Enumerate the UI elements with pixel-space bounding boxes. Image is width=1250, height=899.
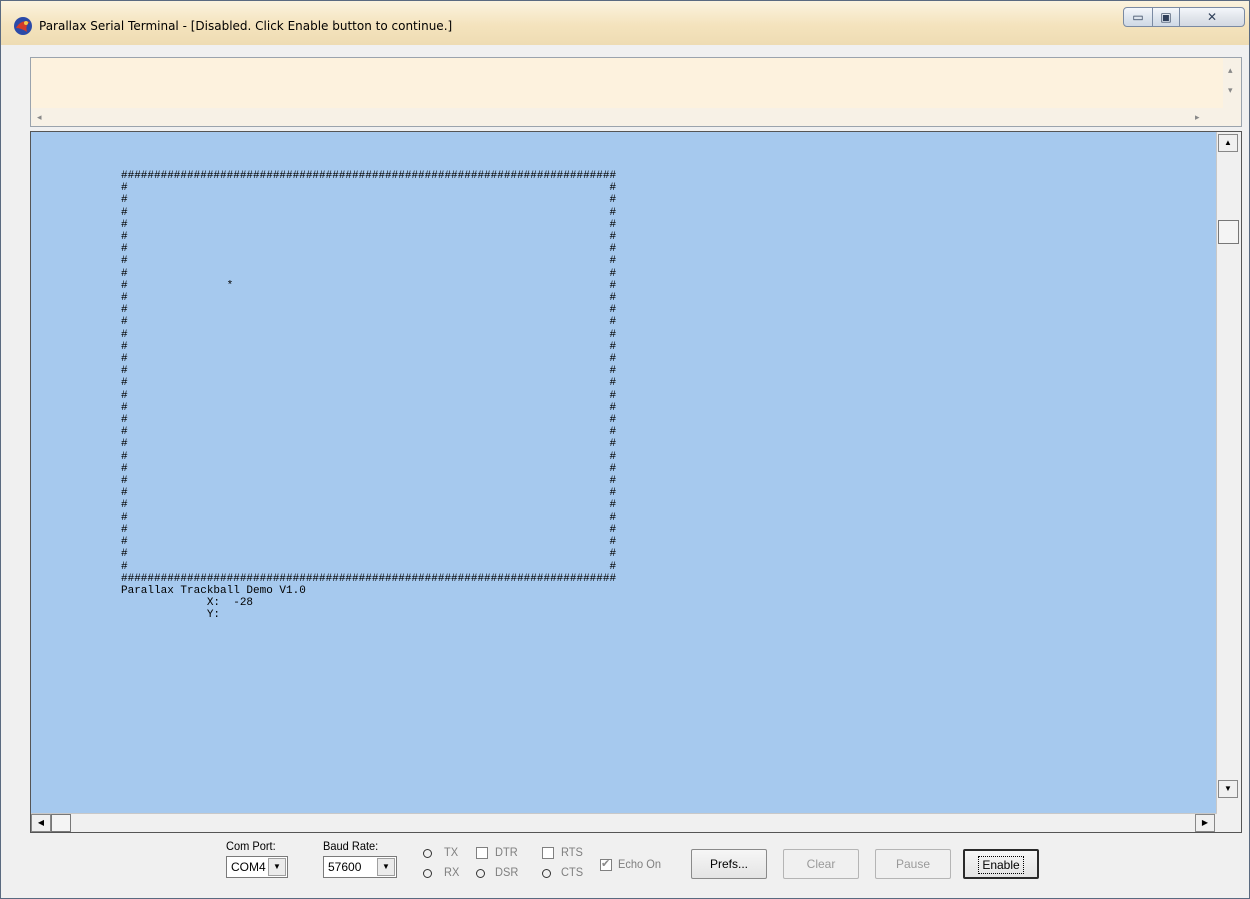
baud-rate-select[interactable]: 57600 ▼ — [323, 856, 397, 878]
parallax-app-icon — [14, 17, 32, 35]
maximize-icon: ▣ — [1160, 10, 1172, 24]
dtr-label: DTR — [495, 845, 518, 859]
com-port-value: COM4 — [231, 860, 266, 874]
receive-pane[interactable]: ########################################… — [30, 131, 1242, 833]
tx-label: TX — [444, 845, 459, 859]
terminal-output: ########################################… — [121, 170, 617, 622]
cts-label: CTS — [561, 865, 584, 879]
scroll-down-icon[interactable]: ▼ — [1218, 780, 1238, 798]
pause-button[interactable]: Pause — [875, 849, 951, 879]
rts-checkbox[interactable] — [542, 847, 554, 859]
horizontal-scroll-thumb[interactable] — [51, 814, 71, 832]
receive-vertical-scrollbar[interactable]: ▲ ▼ — [1216, 132, 1241, 816]
receive-horizontal-scrollbar[interactable]: ◀ ▶ — [31, 813, 1217, 832]
echo-on-label: Echo On — [618, 857, 661, 871]
transmit-vertical-scrollbar[interactable]: ▴ ▾ — [1223, 58, 1241, 126]
scroll-right-icon[interactable]: ▶ — [1195, 814, 1215, 832]
prefs-button[interactable]: Prefs... — [691, 849, 767, 879]
rts-label: RTS — [561, 845, 583, 859]
rx-led-icon — [423, 869, 432, 878]
transmit-pane[interactable]: ▴ ▾ ◂ ▸ — [30, 57, 1242, 127]
transmit-horizontal-scrollbar[interactable]: ◂ ▸ — [31, 108, 1223, 126]
caption-buttons: ▭ ▣ ✕ — [1123, 7, 1247, 29]
control-bar: Com Port: COM4 ▼ Baud Rate: 57600 ▼ TX R… — [1, 835, 1249, 899]
dsr-label: DSR — [495, 865, 519, 879]
scroll-right-icon[interactable]: ▸ — [1195, 113, 1200, 122]
chevron-down-icon[interactable]: ▼ — [377, 858, 395, 876]
baud-rate-label: Baud Rate: — [323, 839, 379, 853]
scroll-left-icon[interactable]: ◂ — [37, 113, 42, 122]
scroll-up-icon[interactable]: ▲ — [1218, 134, 1238, 152]
chevron-down-icon[interactable]: ▼ — [268, 858, 286, 876]
enable-button[interactable]: Enable — [963, 849, 1039, 879]
close-icon: ✕ — [1206, 10, 1218, 24]
baud-rate-value: 57600 — [328, 860, 362, 874]
title-bar[interactable]: Parallax Serial Terminal - [Disabled. Cl… — [1, 1, 1249, 45]
scroll-corner — [1217, 814, 1241, 832]
dsr-led-icon — [476, 869, 485, 878]
echo-on-checkbox[interactable]: ✔ — [600, 858, 612, 871]
minimize-button[interactable]: ▭ — [1123, 7, 1153, 27]
dtr-checkbox[interactable] — [476, 847, 488, 859]
enable-button-label: Enable — [978, 856, 1024, 874]
close-button[interactable]: ✕ — [1179, 7, 1245, 27]
scroll-up-icon[interactable]: ▴ — [1228, 66, 1233, 75]
tx-led-icon — [423, 849, 432, 858]
checkmark-icon: ✔ — [601, 858, 611, 870]
com-port-label: Com Port: — [226, 839, 276, 853]
scroll-thumb[interactable] — [1218, 220, 1239, 244]
terminal-window: Parallax Serial Terminal - [Disabled. Cl… — [0, 0, 1250, 899]
maximize-button[interactable]: ▣ — [1152, 7, 1180, 27]
minimize-icon: ▭ — [1132, 10, 1144, 24]
clear-button[interactable]: Clear — [783, 849, 859, 879]
scroll-left-icon[interactable]: ◀ — [31, 814, 51, 832]
cts-led-icon — [542, 869, 551, 878]
window-title: Parallax Serial Terminal - [Disabled. Cl… — [39, 19, 453, 33]
rx-label: RX — [444, 865, 460, 879]
scroll-down-icon[interactable]: ▾ — [1228, 86, 1233, 95]
com-port-select[interactable]: COM4 ▼ — [226, 856, 288, 878]
